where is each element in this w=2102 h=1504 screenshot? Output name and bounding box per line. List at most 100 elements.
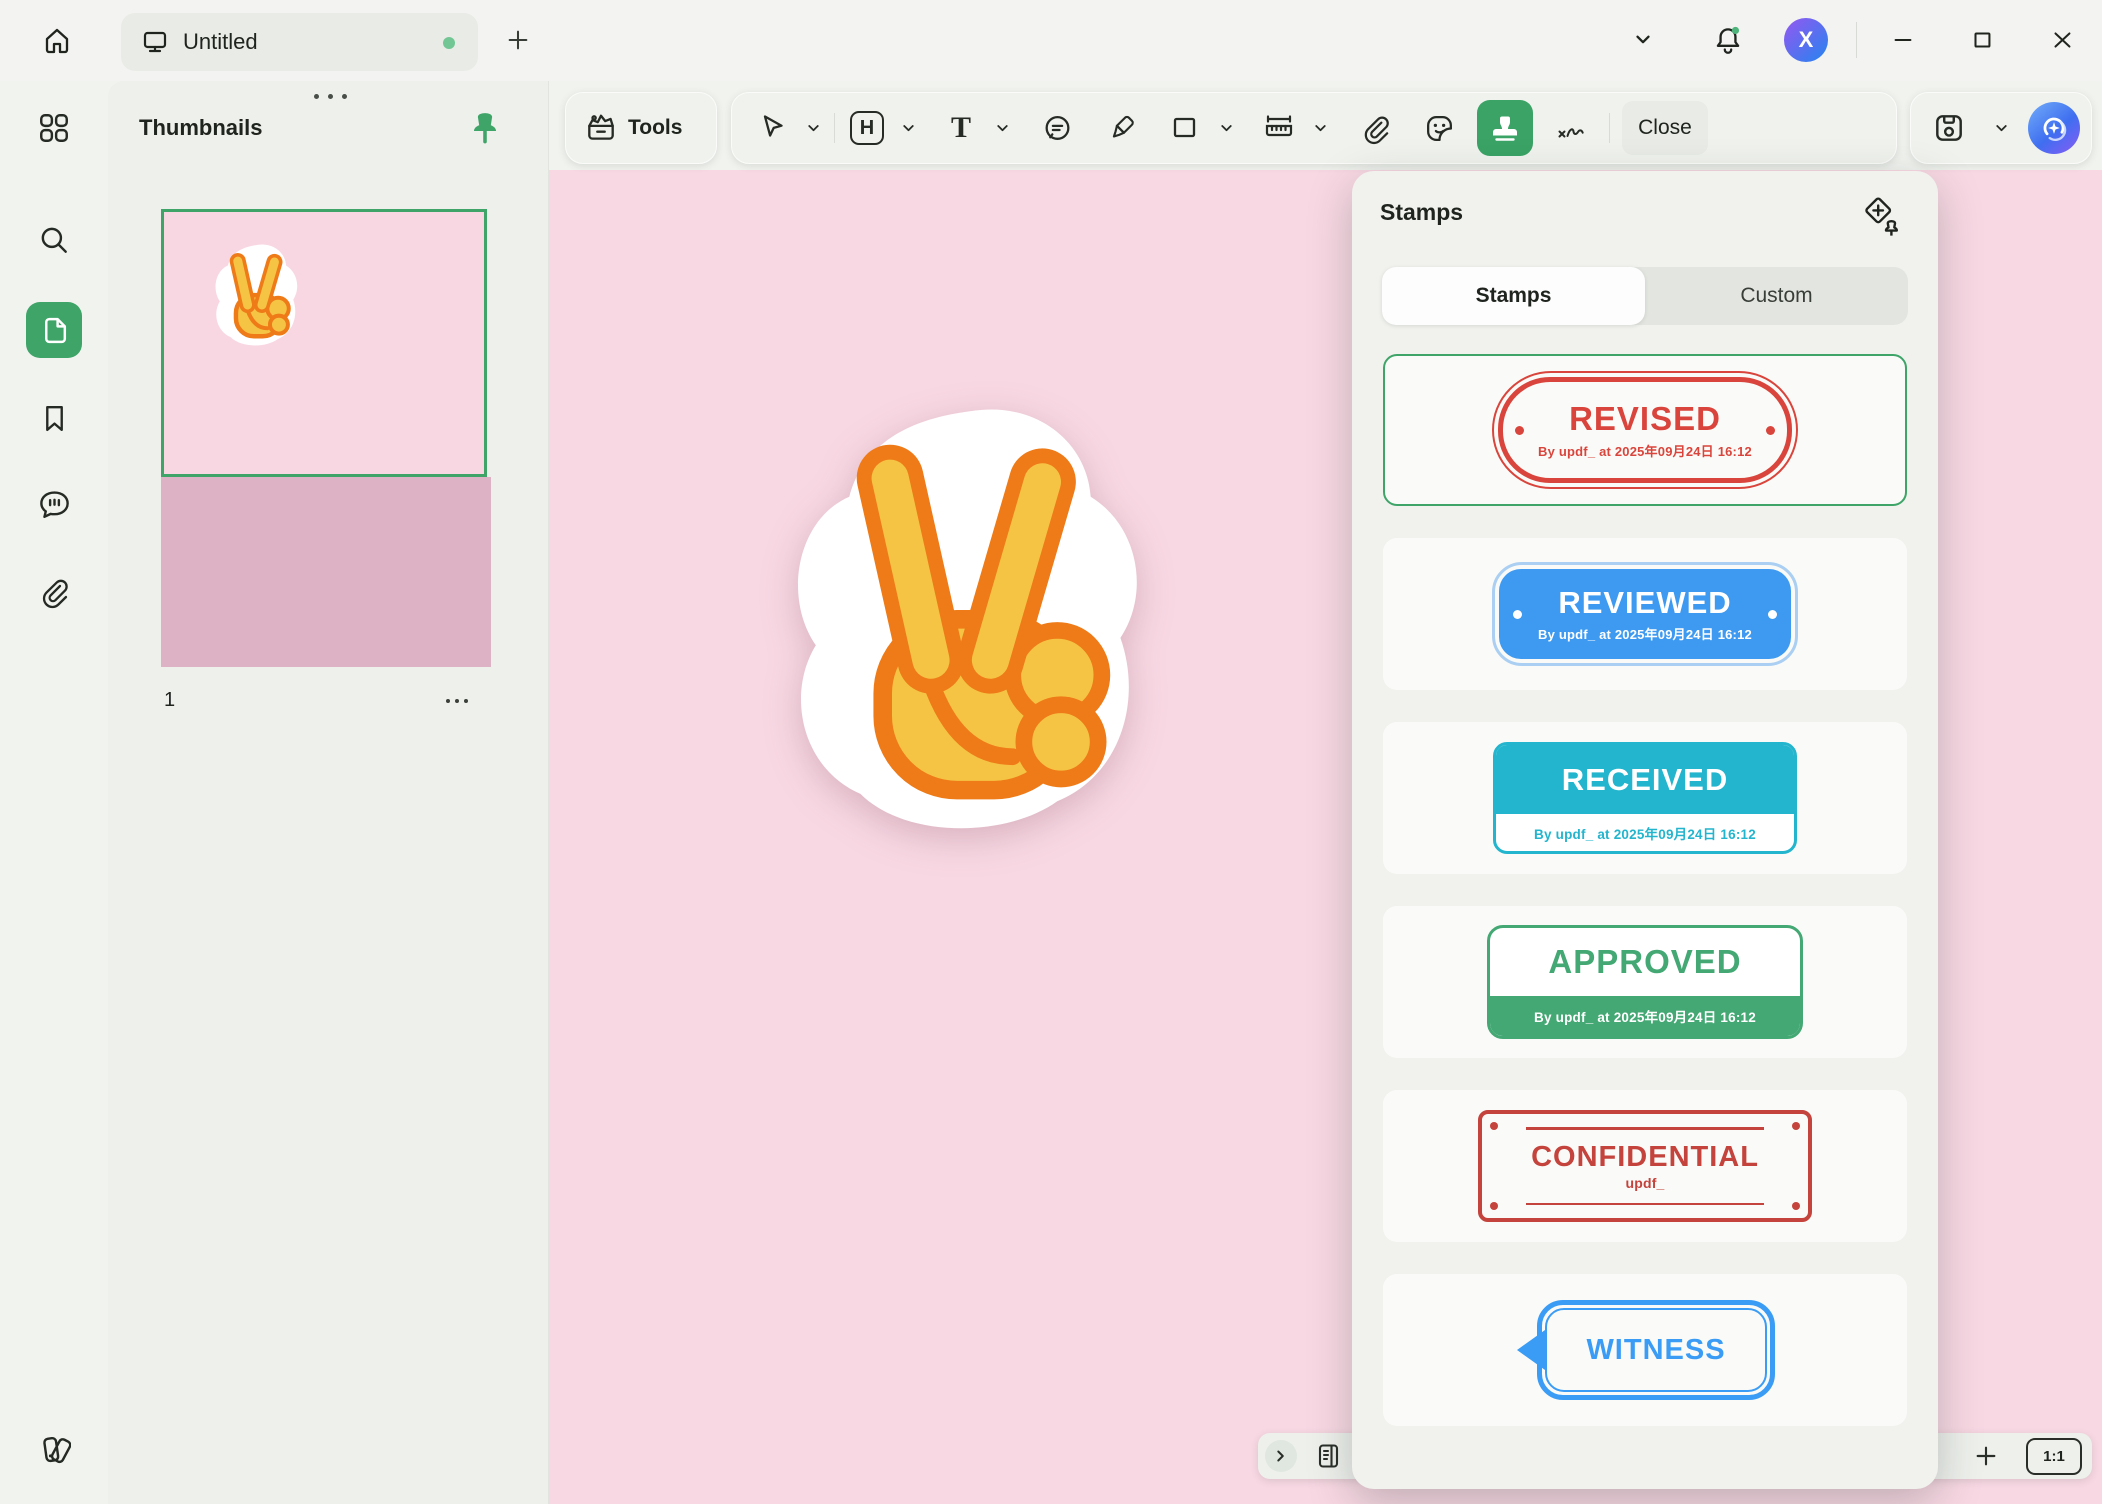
close-icon — [2049, 27, 2075, 53]
expand-button[interactable] — [1265, 1440, 1297, 1472]
measure-tool-button[interactable] — [1253, 102, 1305, 154]
actual-size-button[interactable]: 1:1 — [2026, 1438, 2082, 1475]
paperclip-icon — [1359, 112, 1392, 145]
stamp-option-revised[interactable]: REVISED By updf_ at 2025年09月24日 16:12 — [1383, 354, 1907, 506]
peace-sticker[interactable] — [775, 400, 1165, 846]
tabs-dropdown-button[interactable] — [1623, 18, 1663, 62]
stamp-subtitle: By updf_ at 2025年09月24日 16:12 — [1534, 1006, 1756, 1026]
add-pin-icon — [1856, 193, 1904, 241]
shape-tool-button[interactable] — [1159, 102, 1211, 154]
signature-tool-button[interactable] — [1545, 102, 1597, 154]
chevron-down-icon — [900, 120, 917, 137]
chevron-right-icon — [1272, 1447, 1290, 1465]
stamp-option-approved[interactable]: APPROVED By updf_ at 2025年09月24日 16:12 — [1383, 906, 1907, 1058]
page-icon — [38, 314, 71, 347]
toolbar-divider — [834, 113, 835, 143]
tab-custom[interactable]: Custom — [1645, 267, 1908, 325]
approved-stamp-preview: APPROVED By updf_ at 2025年09月24日 16:12 — [1487, 925, 1803, 1039]
highlighter-tool-button[interactable] — [1095, 102, 1147, 154]
sidebar-item-search[interactable] — [26, 212, 82, 268]
thumbnail-offscreen-area — [161, 477, 491, 667]
sidebar-item-comments[interactable] — [26, 475, 82, 531]
stamp-label: APPROVED — [1548, 943, 1741, 981]
stamp-option-witness[interactable]: WITNESS — [1383, 1274, 1907, 1426]
text-tool-button[interactable]: T — [935, 102, 987, 154]
notifications-button[interactable] — [1706, 16, 1750, 64]
zoom-ratio-label: 1:1 — [2043, 1448, 2065, 1465]
pin-panel-button[interactable] — [466, 109, 504, 147]
sidebar-item-apps[interactable] — [26, 100, 82, 156]
sidebar-item-bookmarks[interactable] — [26, 390, 82, 446]
save-dropdown[interactable] — [1986, 102, 2016, 154]
sticker-icon — [1423, 112, 1456, 145]
minimize-icon — [1890, 27, 1916, 53]
sidebar-item-themes[interactable] — [26, 1422, 82, 1478]
page-thumbnail[interactable] — [161, 209, 491, 667]
apps-grid-icon — [37, 111, 71, 145]
paperclip-icon — [37, 575, 71, 609]
thumbnails-panel: Thumbnails 1 — [108, 81, 549, 1504]
ruler-icon — [1262, 111, 1296, 145]
select-tool-button[interactable] — [746, 102, 798, 154]
save-button[interactable] — [1923, 102, 1975, 154]
peace-sticker-thumbnail — [210, 242, 304, 350]
cursor-icon — [756, 112, 788, 144]
add-pin-button[interactable] — [1856, 193, 1904, 241]
close-tool-button[interactable]: Close — [1622, 101, 1708, 155]
tab-title: Untitled — [183, 29, 258, 55]
comment-tool-button[interactable] — [1031, 102, 1083, 154]
thumbnail-viewport — [161, 209, 487, 477]
tab-stamps[interactable]: Stamps — [1382, 267, 1645, 325]
stamp-option-confidential[interactable]: CONFIDENTIAL updf_ — [1383, 1090, 1907, 1242]
received-stamp-preview: RECEIVED By updf_ at 2025年09月24日 16:12 — [1493, 742, 1797, 854]
confidential-stamp-preview: CONFIDENTIAL updf_ — [1478, 1110, 1812, 1222]
plus-icon — [1973, 1443, 1999, 1469]
measure-tool-dropdown[interactable] — [1305, 102, 1335, 154]
edit-heading-dropdown[interactable] — [893, 102, 923, 154]
witness-arrow — [1517, 1330, 1545, 1370]
text-tool-dropdown[interactable] — [987, 102, 1017, 154]
stamp-tool-button[interactable] — [1477, 100, 1533, 156]
stamp-option-received[interactable]: RECEIVED By updf_ at 2025年09月24日 16:12 — [1383, 722, 1907, 874]
new-tab-button[interactable] — [498, 20, 538, 60]
stamp-option-reviewed[interactable]: REVIEWED By updf_ at 2025年09月24日 16:12 — [1383, 538, 1907, 690]
chevron-down-icon — [994, 120, 1011, 137]
sidebar-item-thumbnails[interactable] — [26, 302, 82, 358]
panel-drag-handle-icon[interactable] — [314, 94, 347, 99]
close-window-button[interactable] — [2040, 18, 2084, 62]
home-button[interactable] — [30, 14, 84, 68]
shape-tool-dropdown[interactable] — [1211, 102, 1241, 154]
document-tab[interactable]: Untitled — [121, 13, 478, 71]
chevron-down-icon — [1993, 120, 2010, 137]
app-window: Untitled X — [0, 0, 2102, 1504]
maximize-icon — [1969, 27, 1995, 53]
sticker-tool-button[interactable] — [1413, 102, 1465, 154]
zoom-in-button[interactable] — [1960, 1430, 2012, 1482]
avatar[interactable]: X — [1784, 18, 1828, 62]
sidebar-item-attachments[interactable] — [26, 564, 82, 620]
avatar-letter: X — [1799, 27, 1814, 53]
comment-bubble-icon — [37, 486, 72, 521]
monitor-icon — [141, 28, 169, 56]
page-number: 1 — [164, 689, 175, 712]
toolbar-divider — [1609, 113, 1610, 143]
save-icon — [1932, 111, 1966, 145]
ai-assistant-icon — [2037, 111, 2071, 145]
maximize-button[interactable] — [1960, 18, 2004, 62]
witness-stamp-preview: WITNESS — [1537, 1300, 1775, 1400]
select-tool-dropdown[interactable] — [798, 102, 828, 154]
ai-assistant-button[interactable] — [2028, 102, 2080, 154]
revised-stamp-preview: REVISED By updf_ at 2025年09月24日 16:12 — [1492, 371, 1798, 489]
save-toolbar — [1910, 92, 2092, 164]
heading-icon: H — [850, 111, 884, 145]
minimize-button[interactable] — [1881, 18, 1925, 62]
chevron-down-icon — [1312, 120, 1329, 137]
reader-mode-button[interactable] — [1303, 1430, 1355, 1482]
page-more-options-icon[interactable] — [446, 699, 468, 703]
tools-button[interactable]: Tools — [565, 92, 717, 164]
reviewed-stamp-preview: REVIEWED By updf_ at 2025年09月24日 16:12 — [1492, 562, 1798, 666]
notification-dot — [1732, 27, 1739, 34]
stamp-subtitle: By updf_ at 2025年09月24日 16:12 — [1538, 441, 1752, 460]
edit-heading-button[interactable]: H — [841, 102, 893, 154]
attach-file-button[interactable] — [1349, 102, 1401, 154]
